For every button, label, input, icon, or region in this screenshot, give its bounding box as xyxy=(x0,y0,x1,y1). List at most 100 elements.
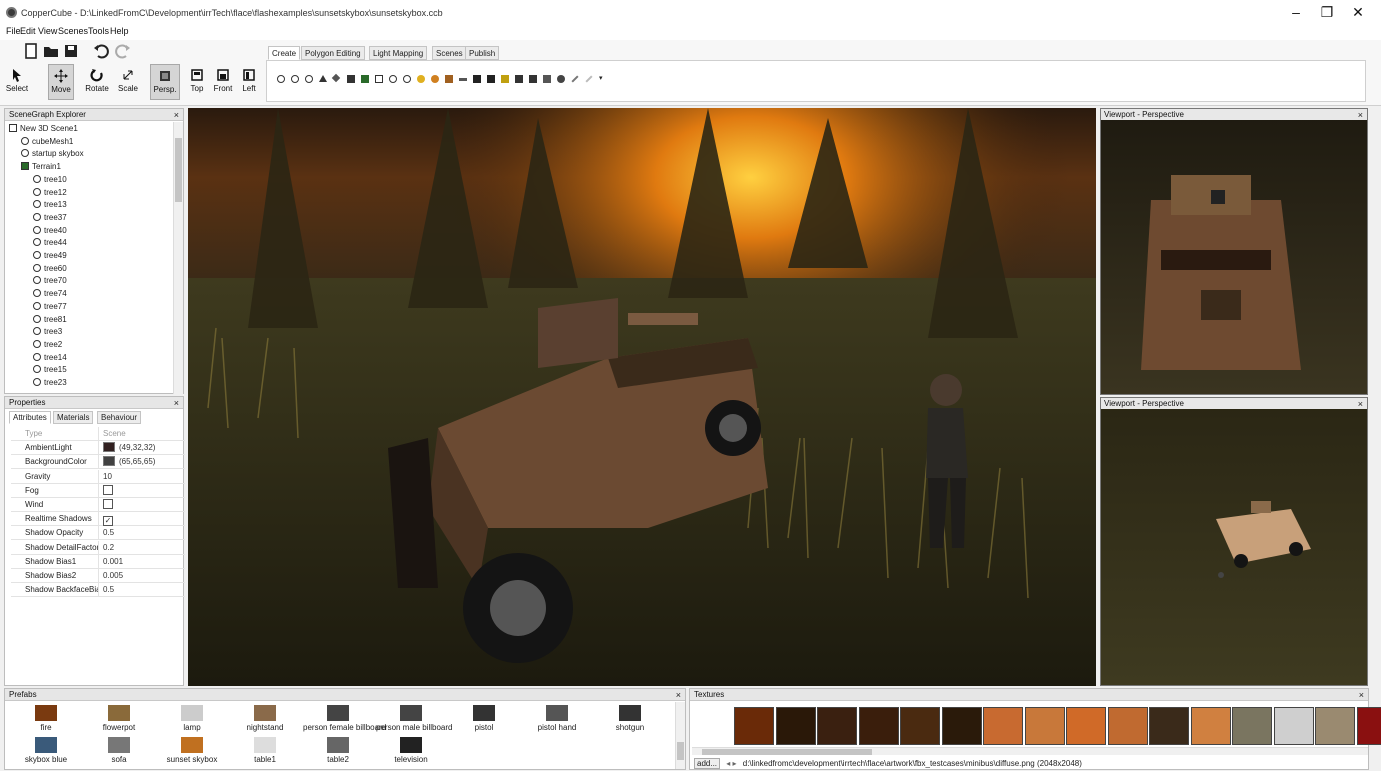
particle-icon[interactable] xyxy=(431,75,439,83)
textures-hscrollbar[interactable] xyxy=(692,747,1368,755)
tab-create[interactable]: Create xyxy=(268,46,301,60)
menu-help[interactable]: Help xyxy=(110,26,129,36)
add-texture-button[interactable]: add... xyxy=(694,758,721,769)
color-swatch[interactable] xyxy=(103,456,115,467)
save-icon[interactable] xyxy=(62,42,80,60)
wand-icon[interactable] xyxy=(585,75,593,83)
main-3d-viewport[interactable] xyxy=(188,108,1096,686)
texture-thumbnail[interactable] xyxy=(1356,707,1381,745)
property-value[interactable]: (49,32,32) xyxy=(103,441,155,454)
scale-tool-button[interactable]: Scale xyxy=(115,64,141,100)
tab-polygon-editing[interactable]: Polygon Editing xyxy=(301,46,365,60)
prefab-item[interactable]: nightstand xyxy=(230,705,300,732)
tree-item[interactable]: tree60 xyxy=(33,263,67,275)
prefab-item[interactable]: sofa xyxy=(84,737,154,764)
scenegraph-scrollbar[interactable] xyxy=(173,122,183,394)
tree-item[interactable]: tree40 xyxy=(33,225,67,237)
video-icon[interactable] xyxy=(543,75,551,83)
rotate-tool-button[interactable]: Rotate xyxy=(84,64,110,100)
open-folder-icon[interactable] xyxy=(42,42,60,60)
close-window-button[interactable]: ✕ xyxy=(1343,3,1373,21)
texture-thumbnail[interactable] xyxy=(1232,707,1272,745)
cylinder-icon[interactable] xyxy=(305,75,313,83)
tab-light-mapping[interactable]: Light Mapping xyxy=(369,46,428,60)
tab-behaviour[interactable]: Behaviour xyxy=(97,411,142,424)
camera-icon[interactable] xyxy=(473,75,481,83)
prefab-item[interactable]: table2 xyxy=(303,737,373,764)
close-icon[interactable]: × xyxy=(1359,689,1364,701)
prefab-item[interactable]: fire xyxy=(11,705,81,732)
perspective-view-button[interactable]: Persp. xyxy=(150,64,180,100)
texture-thumbnail[interactable] xyxy=(858,707,899,745)
tree-item[interactable]: tree81 xyxy=(33,314,67,326)
top-view-button[interactable]: Top xyxy=(184,64,210,100)
property-value[interactable] xyxy=(103,484,113,497)
texture-thumbnail[interactable] xyxy=(1315,707,1355,745)
property-value[interactable]: 0.2 xyxy=(103,541,114,554)
torch-icon[interactable] xyxy=(445,75,453,83)
sphere-icon[interactable] xyxy=(277,75,285,83)
prefab-item[interactable]: person male billboard xyxy=(376,705,453,732)
billboard-icon[interactable] xyxy=(347,75,355,83)
menu-file[interactable]: File xyxy=(6,26,21,36)
checkbox[interactable]: ✓ xyxy=(103,516,113,527)
prefabs-scrollbar[interactable] xyxy=(675,702,685,769)
tab-materials[interactable]: Materials xyxy=(53,411,94,424)
tree-item[interactable]: tree74 xyxy=(33,288,67,300)
tree-item[interactable]: tree44 xyxy=(33,237,67,249)
redo-icon[interactable] xyxy=(114,42,132,60)
perspective-viewport-bottom[interactable]: Viewport - Perspective × xyxy=(1100,397,1368,686)
checkbox[interactable] xyxy=(103,484,113,495)
cone-icon[interactable] xyxy=(319,75,327,82)
texture-thumbnail[interactable] xyxy=(1066,707,1106,745)
overlay-icon[interactable] xyxy=(515,75,523,83)
sphere-segment-icon[interactable] xyxy=(291,75,299,83)
property-value[interactable]: (65,65,65) xyxy=(103,455,155,468)
prefab-item[interactable]: pistol hand xyxy=(522,705,592,732)
tree-item[interactable]: tree15 xyxy=(33,364,67,376)
tree-item[interactable]: New 3D Scene1 xyxy=(9,123,78,135)
texture-thumbnail[interactable] xyxy=(1190,707,1231,745)
scrollbar-thumb[interactable] xyxy=(175,138,182,202)
property-value[interactable]: 0.5 xyxy=(103,526,114,539)
texture-thumbnail[interactable] xyxy=(983,707,1023,745)
sound-icon[interactable] xyxy=(529,75,537,83)
plane-icon[interactable] xyxy=(331,73,341,83)
perspective-viewport-top[interactable]: Viewport - Perspective × xyxy=(1100,108,1368,395)
texture-thumbnail[interactable] xyxy=(817,707,857,745)
select-tool-button[interactable]: Select xyxy=(4,64,30,100)
maximize-button[interactable]: ❐ xyxy=(1312,3,1342,21)
minimize-button[interactable]: – xyxy=(1281,3,1311,21)
texture-thumbnail[interactable] xyxy=(1149,707,1189,745)
texture-thumbnail[interactable] xyxy=(734,707,774,745)
path-icon[interactable] xyxy=(459,78,467,81)
prefab-item[interactable]: person female billboard xyxy=(303,705,386,732)
tree-item[interactable]: tree14 xyxy=(33,352,67,364)
tree-item[interactable]: tree23 xyxy=(33,377,67,389)
tree-item[interactable]: cubeMesh1 xyxy=(21,136,73,148)
light-icon[interactable] xyxy=(417,75,425,83)
close-icon[interactable]: × xyxy=(174,109,179,121)
checkbox[interactable] xyxy=(103,499,113,509)
color-swatch[interactable] xyxy=(103,442,115,453)
tab-publish[interactable]: Publish xyxy=(465,46,500,60)
prefab-item[interactable]: lamp xyxy=(157,705,227,732)
fps-camera-icon[interactable] xyxy=(487,75,495,83)
property-value[interactable]: 10 xyxy=(103,470,112,483)
texture-thumbnail[interactable] xyxy=(775,707,816,745)
new-file-icon[interactable] xyxy=(22,42,40,60)
tree-item[interactable]: tree10 xyxy=(33,174,67,186)
more-dropdown-icon[interactable]: ▾ xyxy=(599,75,607,83)
tab-attributes[interactable]: Attributes xyxy=(9,411,51,424)
tree-item[interactable]: tree3 xyxy=(33,326,62,338)
skybox-icon[interactable] xyxy=(375,75,383,83)
tree-item[interactable]: tree37 xyxy=(33,212,67,224)
prefab-item[interactable]: sunset skybox xyxy=(157,737,227,764)
water-icon[interactable] xyxy=(389,75,397,83)
prefab-item[interactable]: flowerpot xyxy=(84,705,154,732)
texture-thumbnail[interactable] xyxy=(1273,707,1314,745)
texture-nav-icon[interactable]: ◂ ▸ xyxy=(726,759,736,768)
texture-thumbnail[interactable] xyxy=(900,707,940,745)
prefab-item[interactable]: table1 xyxy=(230,737,300,764)
menu-view[interactable]: View xyxy=(38,26,57,36)
